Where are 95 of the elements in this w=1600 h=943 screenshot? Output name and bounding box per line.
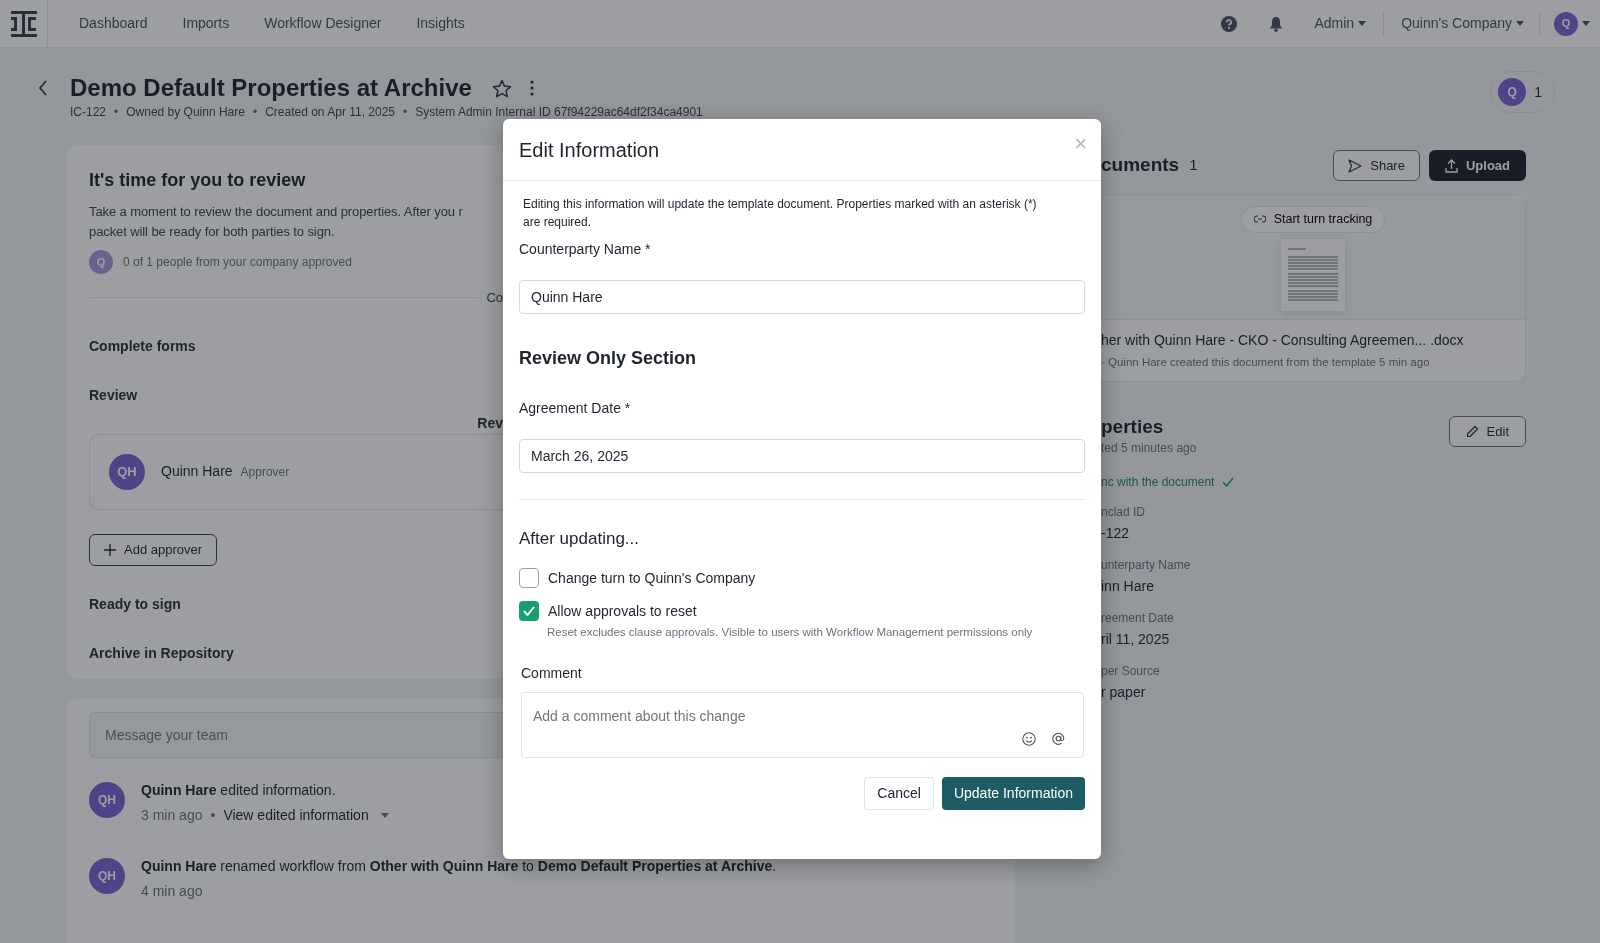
logo-icon — [10, 10, 37, 37]
pencil-icon — [1465, 425, 1479, 439]
field-label: per Source — [1101, 663, 1161, 681]
field-label: Counterparty Name * — [519, 240, 652, 259]
approval-status: 0 of 1 people from your company approved — [123, 254, 352, 271]
collaborator-avatar: Q — [1498, 78, 1527, 106]
field-value: -122 — [1101, 524, 1131, 544]
separator-dot: • — [114, 104, 119, 122]
edit-button[interactable]: Edit — [1448, 416, 1526, 448]
checkbox[interactable] — [519, 601, 539, 621]
avatar: QH — [89, 858, 125, 894]
section-heading: After updating... — [519, 528, 641, 550]
caret-icon — [1582, 21, 1590, 26]
activity-text: Quinn Hare renamed workflow from Other with Quinn Hare to Demo Default Properties at Archive. — [141, 857, 777, 876]
send-icon — [1348, 158, 1363, 173]
upload-button[interactable]: Upload — [1428, 150, 1526, 181]
star-icon[interactable] — [491, 78, 512, 98]
document-count: 1 — [1189, 155, 1198, 176]
field-label: reement Date — [1101, 610, 1175, 628]
nav-link[interactable]: Imports — [182, 13, 230, 34]
avatar: Q — [89, 250, 113, 274]
text-field[interactable]: March 26, 2025 — [519, 439, 1085, 473]
caret-icon — [380, 813, 389, 818]
card-title: It's time for you to review — [89, 169, 307, 192]
check-icon — [1222, 477, 1235, 488]
caret-icon — [1516, 21, 1524, 26]
activity-time: 4 min ago — [141, 882, 203, 901]
separator-dot: • — [210, 806, 216, 825]
add-approver-button[interactable]: Add approver — [89, 533, 218, 566]
avatar: QH — [89, 782, 125, 818]
turn-tracking-button[interactable]: Start turn tracking — [1240, 206, 1386, 233]
field-label: unterparty Name — [1101, 557, 1192, 575]
update-button[interactable]: Update Information — [941, 776, 1085, 810]
section-label: Rev — [477, 414, 503, 433]
sync-status: nc with the document — [1101, 474, 1215, 492]
meta-text: IC-122 — [70, 104, 107, 122]
approver-role: Approver — [240, 463, 290, 481]
section-heading: Review Only Section — [519, 347, 698, 370]
user-avatar: Q — [1554, 11, 1578, 36]
file-name: her with Quinn Hare - CKO - Consulting Agreemen... .docx — [1101, 331, 1465, 350]
field-value: ril 11, 2025 — [1101, 630, 1171, 650]
link-icon — [1253, 215, 1266, 224]
step-label: Ready to sign — [89, 594, 182, 614]
field-label: nclad ID — [1101, 504, 1147, 522]
card-description: Take a moment to review the document and properties. After you r packet will be ready for both parties to sign. — [89, 203, 464, 241]
view-edited-link[interactable]: View edited information — [223, 805, 389, 826]
field-value: r paper — [1101, 683, 1147, 703]
mention-icon[interactable] — [1052, 732, 1065, 746]
activity-time: 3 min ago — [141, 806, 203, 825]
message-field[interactable]: Message your team — [89, 712, 503, 758]
field-label: Agreement Date * — [519, 399, 632, 418]
nav-link[interactable]: Insights — [416, 13, 465, 34]
updated-time: ted 5 minutes ago — [1101, 440, 1197, 458]
caret-icon — [1358, 21, 1367, 26]
checkbox-label: Change turn to Quinn's Company — [548, 568, 756, 588]
back-icon[interactable] — [38, 80, 48, 97]
cancel-button[interactable]: Cancel — [864, 776, 934, 810]
approver-name: Quinn Hare — [161, 462, 233, 481]
help-icon[interactable] — [1221, 15, 1238, 32]
smiley-icon[interactable] — [1022, 731, 1036, 746]
plus-icon — [104, 543, 116, 556]
section-heading: perties — [1101, 416, 1165, 440]
activity-text: Quinn Hare edited information. — [141, 781, 337, 800]
nav-link[interactable]: Workflow Designer — [264, 13, 382, 34]
divider-label: Co — [486, 289, 503, 307]
document-meta: · Quinn Hare created this document from the template 5 min ago — [1101, 355, 1431, 370]
more-icon[interactable] — [529, 80, 534, 97]
bell-icon[interactable] — [1269, 15, 1284, 32]
dialog-title: Edit Information — [519, 137, 660, 163]
field-label: Comment — [521, 663, 583, 683]
user-menu[interactable]: Q — [1554, 11, 1590, 36]
step-label: Complete forms — [89, 336, 197, 356]
check-icon — [523, 606, 535, 616]
avatar: QH — [109, 453, 145, 490]
field-value: inn Hare — [1101, 577, 1155, 597]
separator-dot: • — [252, 104, 258, 122]
upload-icon — [1444, 158, 1458, 173]
separator-dot: • — [403, 104, 408, 122]
share-button[interactable]: Share — [1333, 150, 1420, 181]
text-field[interactable]: Quinn Hare — [519, 280, 1085, 314]
step-label: Review — [89, 385, 139, 405]
admin-menu[interactable]: Admin — [1313, 12, 1368, 35]
comment-box[interactable]: Add a comment about this change — [521, 691, 1084, 758]
meta-text: Owned by Quinn Hare — [126, 104, 245, 122]
checkbox-label: Allow approvals to reset — [548, 601, 697, 621]
option-hint: Reset excludes clause approvals. Visible to users with Workflow Management permissions only — [547, 624, 1034, 640]
step-label: Archive in Repository — [89, 643, 235, 663]
meta-text: System Admin Internal ID 67f94229ac64df2f34ca4901 — [415, 104, 703, 122]
checkbox[interactable] — [519, 568, 539, 588]
page-title: Demo Default Properties at Archive — [70, 75, 472, 102]
section-heading: cuments — [1101, 153, 1180, 178]
dialog-notice: Editing this information will update the template document. Properties marked with an asterisk (*) are required. — [522, 196, 1038, 231]
meta-text: Created on Apr 11, 2025 — [265, 104, 396, 122]
nav-link[interactable]: Dashboard — [79, 13, 148, 34]
company-menu[interactable]: Quinn's Company — [1400, 12, 1525, 35]
